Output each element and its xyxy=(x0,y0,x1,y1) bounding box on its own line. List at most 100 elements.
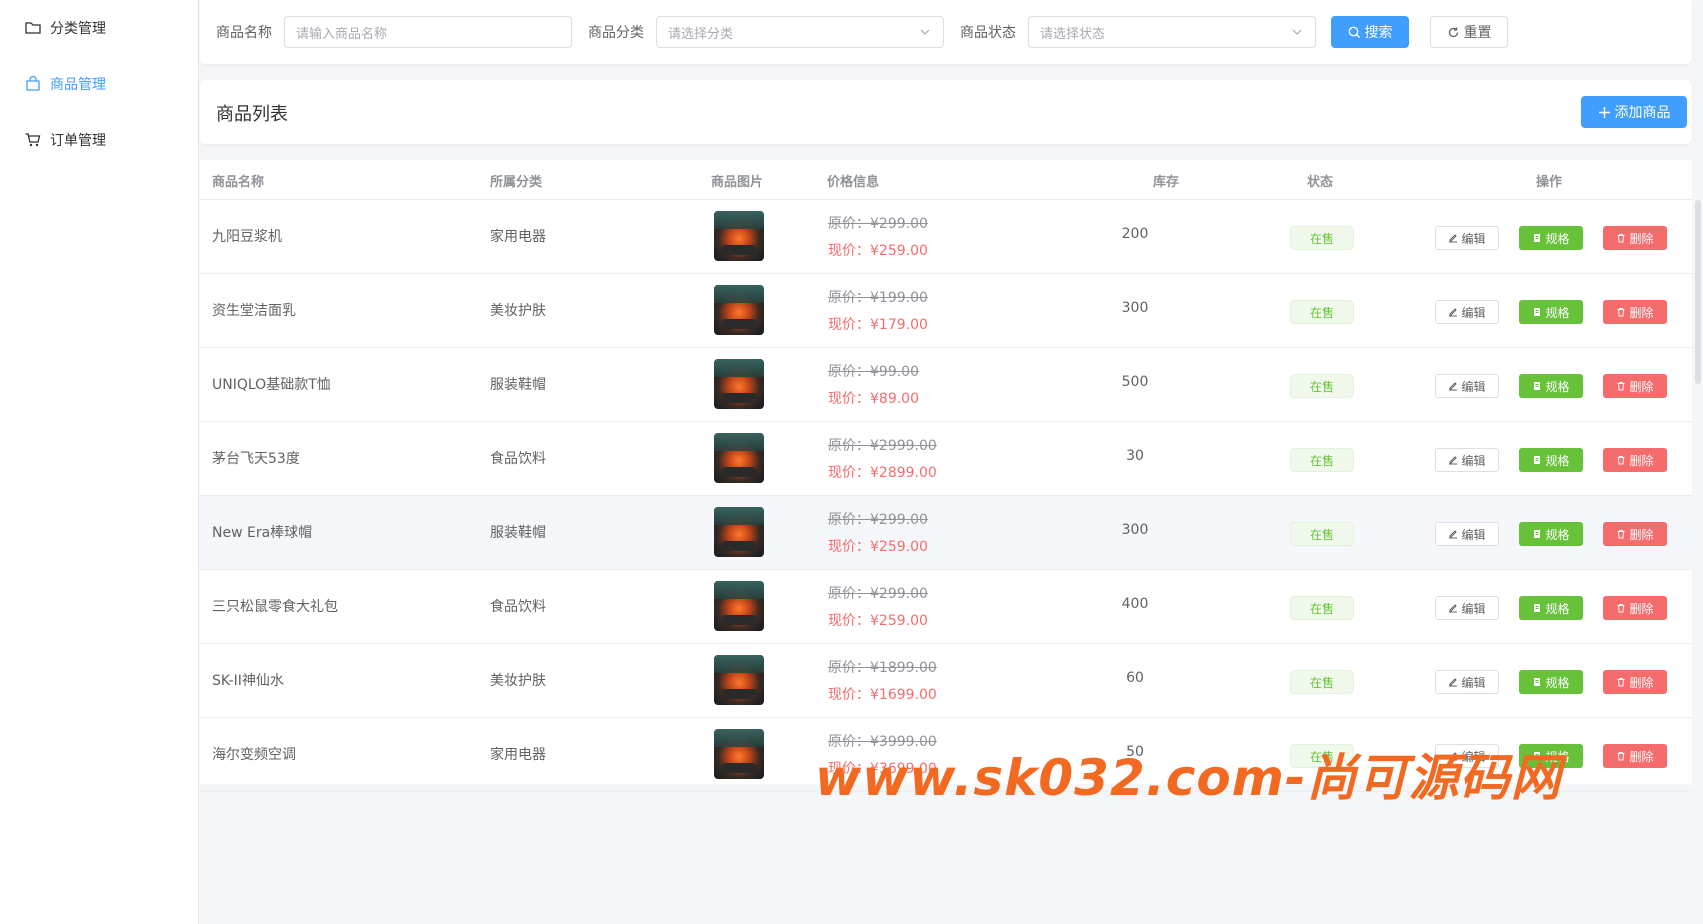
current-price: 现价：¥259.00 xyxy=(828,613,928,629)
category-cell: 服装鞋帽 xyxy=(490,525,546,541)
category-cell: 美妆护肤 xyxy=(490,673,546,689)
spec-button[interactable]: 规格 xyxy=(1519,300,1583,324)
spec-label: 规格 xyxy=(1545,379,1570,394)
table-row: 九阳豆浆机 家用电器 原价：¥299.00 现价：¥259.00 200 在售 编辑 规格 删除 xyxy=(200,200,1692,274)
edit-icon xyxy=(1449,678,1458,687)
product-name-input[interactable]: 请输入商品名称 xyxy=(284,16,572,48)
delete-button[interactable]: 删除 xyxy=(1603,744,1667,768)
trash-icon xyxy=(1617,382,1625,391)
spec-button[interactable]: 规格 xyxy=(1519,670,1583,694)
status-badge: 在售 xyxy=(1290,596,1354,620)
product-name-cell: 三只松鼠零食大礼包 xyxy=(212,599,338,615)
spec-button[interactable]: 规格 xyxy=(1519,522,1583,546)
status-select[interactable]: 请选择状态 xyxy=(1028,16,1316,48)
stock-cell: 200 xyxy=(1121,226,1149,242)
sidebar-item-label: 订单管理 xyxy=(50,133,106,149)
spec-label: 规格 xyxy=(1545,527,1570,542)
table-row: UNIQLO基础款T恤 服装鞋帽 原价：¥99.00 现价：¥89.00 500 在售 编辑… xyxy=(200,348,1692,422)
document-icon xyxy=(1534,678,1541,686)
sidebar-item-order[interactable]: 订单管理 xyxy=(24,128,106,152)
reset-button[interactable]: 重置 xyxy=(1430,16,1508,48)
shopping-bag-icon xyxy=(24,75,42,93)
product-image[interactable] xyxy=(714,655,764,705)
edit-button[interactable]: 编辑 xyxy=(1435,300,1499,324)
spec-label: 规格 xyxy=(1545,231,1570,246)
spec-button[interactable]: 规格 xyxy=(1519,596,1583,620)
search-button[interactable]: 搜索 xyxy=(1331,16,1409,48)
edit-button[interactable]: 编辑 xyxy=(1435,226,1499,250)
spec-label: 规格 xyxy=(1545,601,1570,616)
category-select[interactable]: 请选择分类 xyxy=(656,16,944,48)
status-placeholder: 请选择状态 xyxy=(1040,26,1106,42)
product-image[interactable] xyxy=(714,211,764,261)
sidebar-item-category[interactable]: 分类管理 xyxy=(24,16,106,40)
document-icon xyxy=(1534,308,1541,316)
table-scrollbar[interactable] xyxy=(1695,200,1701,384)
category-cell: 家用电器 xyxy=(490,747,546,763)
status-badge: 在售 xyxy=(1290,300,1354,324)
original-price: 原价：¥99.00 xyxy=(828,364,919,380)
edit-label: 编辑 xyxy=(1461,231,1486,246)
product-image[interactable] xyxy=(714,507,764,557)
original-price: 原价：¥299.00 xyxy=(828,512,928,528)
column-header: 状态 xyxy=(1307,175,1334,190)
table-row: 三只松鼠零食大礼包 食品饮料 原价：¥299.00 现价：¥259.00 400 在售 编辑… xyxy=(200,570,1692,644)
spec-button[interactable]: 规格 xyxy=(1519,226,1583,250)
spec-button[interactable]: 规格 xyxy=(1519,448,1583,472)
edit-button[interactable]: 编辑 xyxy=(1435,522,1499,546)
product-image[interactable] xyxy=(714,729,764,779)
stock-cell: 500 xyxy=(1121,374,1149,390)
table-header: 商品名称 所属分类 商品图片 价格信息 库存 状态 操作 xyxy=(200,160,1692,200)
document-icon xyxy=(1534,234,1541,242)
edit-icon xyxy=(1449,456,1458,465)
delete-button[interactable]: 删除 xyxy=(1603,596,1667,620)
delete-button[interactable]: 删除 xyxy=(1603,448,1667,472)
stock-cell: 300 xyxy=(1121,522,1149,538)
stock-cell: 60 xyxy=(1126,670,1144,686)
page-title: 商品列表 xyxy=(216,104,288,125)
trash-icon xyxy=(1617,530,1625,539)
edit-label: 编辑 xyxy=(1461,305,1486,320)
column-header: 商品图片 xyxy=(711,175,764,190)
edit-button[interactable]: 编辑 xyxy=(1435,596,1499,620)
delete-button[interactable]: 删除 xyxy=(1603,670,1667,694)
category-cell: 食品饮料 xyxy=(490,451,546,467)
edit-button[interactable]: 编辑 xyxy=(1435,374,1499,398)
product-image[interactable] xyxy=(714,433,764,483)
spec-button[interactable]: 规格 xyxy=(1519,374,1583,398)
edit-button[interactable]: 编辑 xyxy=(1435,448,1499,472)
product-image[interactable] xyxy=(714,359,764,409)
category-cell: 家用电器 xyxy=(490,229,546,245)
product-name-cell: 海尔变频空调 xyxy=(212,747,296,763)
add-product-button[interactable]: 添加商品 xyxy=(1581,96,1687,128)
document-icon xyxy=(1534,456,1541,464)
spec-label: 规格 xyxy=(1545,675,1570,690)
cart-icon xyxy=(24,131,42,149)
product-name-cell: UNIQLO基础款T恤 xyxy=(212,377,331,393)
delete-label: 删除 xyxy=(1629,379,1654,394)
delete-button[interactable]: 删除 xyxy=(1603,300,1667,324)
product-image[interactable] xyxy=(714,285,764,335)
current-price: 现价：¥1699.00 xyxy=(828,687,937,703)
column-header: 操作 xyxy=(1536,175,1563,190)
product-name-cell: New Era棒球帽 xyxy=(212,525,313,541)
edit-label: 编辑 xyxy=(1461,601,1486,616)
delete-button[interactable]: 删除 xyxy=(1603,226,1667,250)
delete-label: 删除 xyxy=(1629,231,1654,246)
category-cell: 食品饮料 xyxy=(490,599,546,615)
delete-button[interactable]: 删除 xyxy=(1603,374,1667,398)
product-image[interactable] xyxy=(714,581,764,631)
spec-label: 规格 xyxy=(1545,305,1570,320)
trash-icon xyxy=(1617,604,1625,613)
edit-button[interactable]: 编辑 xyxy=(1435,670,1499,694)
sidebar-item-product[interactable]: 商品管理 xyxy=(24,72,106,96)
delete-button[interactable]: 删除 xyxy=(1603,522,1667,546)
trash-icon xyxy=(1617,234,1625,243)
plus-icon xyxy=(1598,106,1610,118)
edit-label: 编辑 xyxy=(1461,453,1486,468)
stock-cell: 400 xyxy=(1121,596,1149,612)
product-name-cell: 资生堂洁面乳 xyxy=(212,303,296,319)
sidebar-item-label: 商品管理 xyxy=(50,77,106,93)
edit-label: 编辑 xyxy=(1461,527,1486,542)
spec-label: 规格 xyxy=(1545,453,1570,468)
